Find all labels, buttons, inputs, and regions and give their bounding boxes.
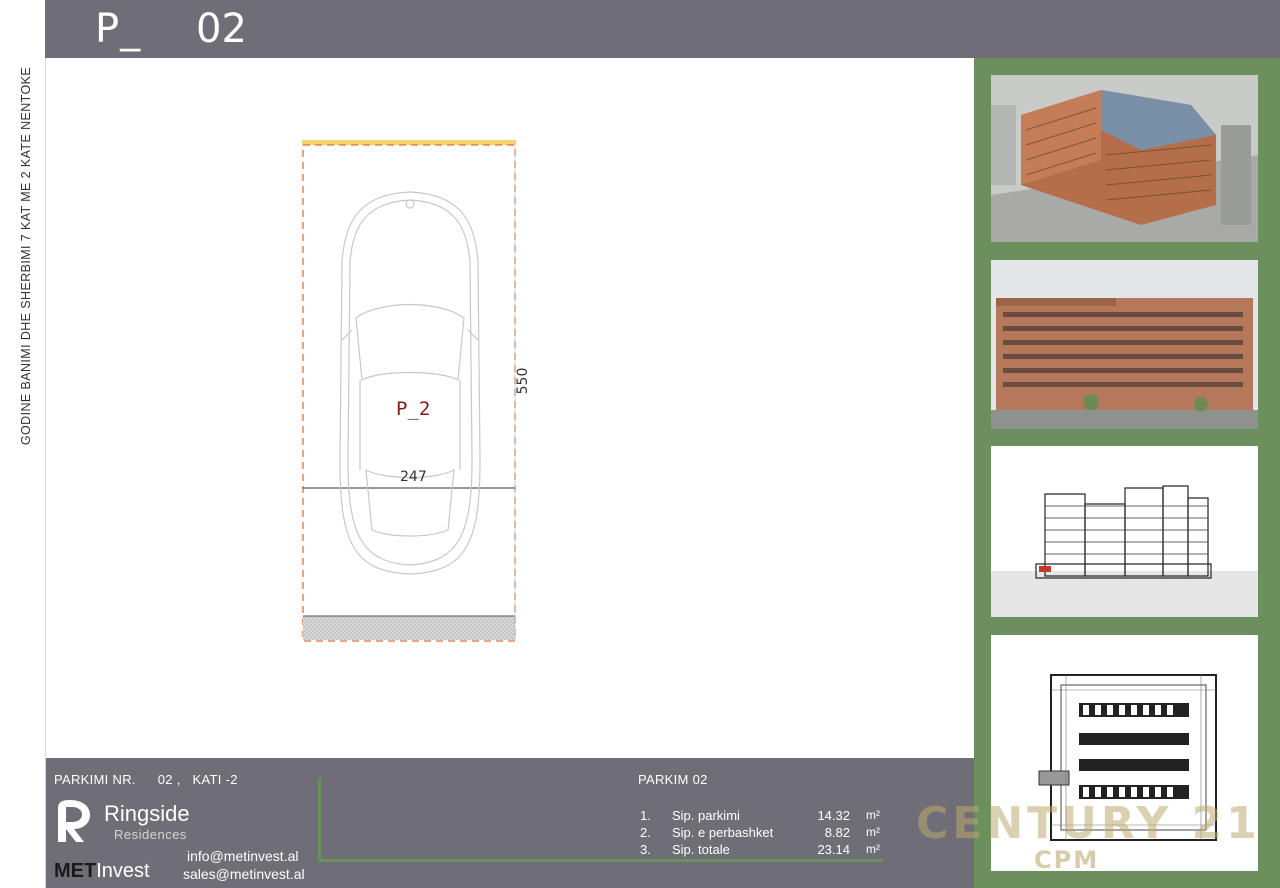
divider-horizontal — [318, 859, 883, 862]
spot-label: P_2 — [396, 398, 431, 420]
length-dimension: 550 — [515, 367, 531, 395]
building-title: GODINE BANIMI DHE SHERBIMI 7 KAT ME 2 KA… — [19, 66, 33, 446]
ringside-r-icon — [58, 800, 90, 842]
area-row: 1. Sip. parkimi 14.32 m² — [640, 808, 880, 823]
parking-code: P_ — [95, 6, 142, 52]
header-bar: P_ 02 — [45, 0, 1280, 58]
area-row: 2. Sip. e perbashket 8.82 m² — [640, 825, 880, 840]
section-drawing-image — [991, 446, 1258, 617]
email-sales[interactable]: sales@metinvest.al — [183, 866, 305, 882]
area-table-title: PARKIM 02 — [638, 772, 708, 787]
parking-label: PARKIMI NR. — [54, 772, 136, 787]
brand-name: Ringside — [104, 801, 190, 826]
footer-bar: PARKIMI NR. 02 , KATI -2 Ringside Reside… — [46, 758, 974, 888]
floor-label: KATI -2 — [192, 772, 238, 787]
brand-sub: Residences — [114, 827, 187, 842]
divider-vertical — [318, 778, 321, 862]
parking-info: PARKIMI NR. 02 , KATI -2 — [54, 772, 242, 787]
facade-render-image — [991, 260, 1258, 429]
email-info[interactable]: info@metinvest.al — [187, 848, 298, 864]
sidebar: GODINE BANIMI DHE SHERBIMI 7 KAT ME 2 KA… — [0, 0, 46, 888]
metinvest-logo: METInvest — [54, 860, 150, 883]
parking-number-footer: 02 , — [157, 772, 181, 787]
area-row: 3. Sip. totale 23.14 m² — [640, 842, 880, 857]
developer-rest: Invest — [96, 860, 150, 882]
developer-bold: MET — [54, 860, 97, 882]
plan-area — [46, 58, 974, 758]
parking-number: 02 — [196, 6, 247, 52]
cpm-watermark: CPM — [1034, 846, 1100, 874]
ringside-logo: Ringside Residences — [54, 798, 234, 846]
width-dimension: 247 — [400, 469, 427, 485]
right-image-panel — [974, 58, 1280, 888]
aerial-render-image — [991, 75, 1258, 242]
century21-watermark: CENTURY 21 — [916, 798, 1261, 849]
